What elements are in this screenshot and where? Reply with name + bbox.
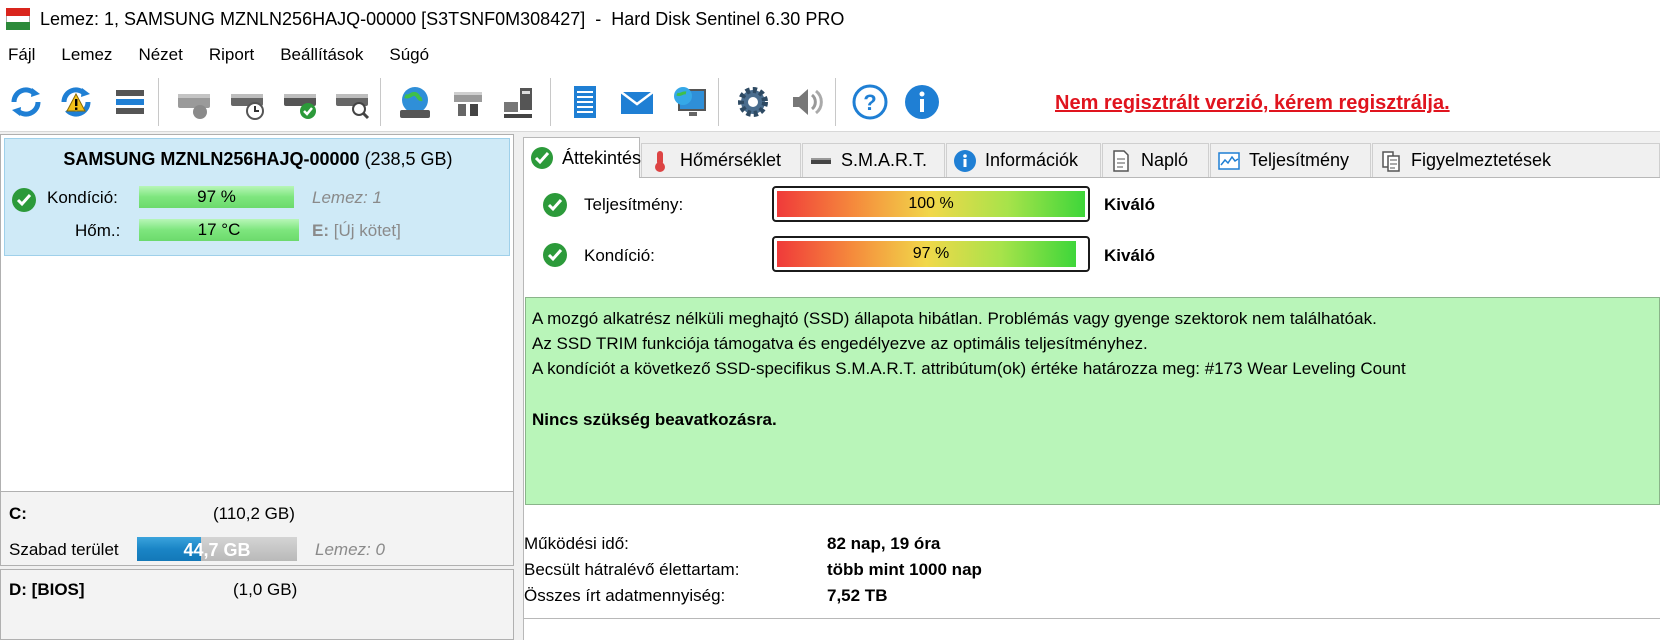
- alerts-icon: [1382, 150, 1400, 172]
- condition-label: Kondíció:: [584, 246, 655, 265]
- free-space-label: Szabad terület: [9, 540, 119, 559]
- refresh-warning-icon[interactable]: [54, 80, 98, 124]
- volume-size: (1,0 GB): [233, 580, 298, 599]
- tab-performance[interactable]: Teljesítmény: [1210, 143, 1371, 177]
- ok-check-icon: [543, 193, 567, 217]
- condition-meter: 97 %: [772, 236, 1090, 272]
- disk-name: SAMSUNG MZNLN256HAJQ-00000: [63, 149, 360, 169]
- message-line: Az SSD TRIM funkciója támogatva és enged…: [532, 334, 1148, 353]
- message-line: A mozgó alkatrész nélküli meghajtó (SSD)…: [532, 309, 1377, 328]
- smart-icon: [811, 157, 831, 164]
- network-disk-icon[interactable]: [446, 80, 490, 124]
- tab-alerts[interactable]: Figyelmeztetések: [1372, 143, 1660, 177]
- volume-letter: D: [BIOS]: [9, 580, 85, 599]
- tab-information[interactable]: Információk: [946, 143, 1101, 177]
- info-icon: [954, 149, 976, 172]
- status-message-box: A mozgó alkatrész nélküli meghajtó (SSD)…: [525, 297, 1660, 505]
- menu-bar: Fájl Lemez Nézet Riport Beállítások Súgó: [0, 38, 1660, 72]
- tab-label: Információk: [985, 150, 1079, 170]
- performance-value: 100 %: [908, 195, 954, 212]
- condition-bar: 97 %: [139, 186, 294, 208]
- temperature-bar: 17 °C: [139, 219, 299, 241]
- menu-view[interactable]: Nézet: [125, 45, 195, 65]
- tab-overview[interactable]: Áttekintés: [523, 137, 642, 178]
- condition-value: 97 %: [197, 187, 236, 206]
- menu-help[interactable]: Súgó: [376, 45, 442, 65]
- total-written-label: Összes írt adatmennyiség:: [524, 586, 726, 605]
- disk-title: SAMSUNG MZNLN256HAJQ-00000 (238,5 GB): [5, 149, 511, 170]
- title-bar: Lemez: 1, SAMSUNG MZNLN256HAJQ-00000 [S3…: [0, 0, 1660, 38]
- help-icon[interactable]: ?: [848, 80, 892, 124]
- disk-check-icon[interactable]: [278, 80, 322, 124]
- app-icon: [6, 8, 30, 30]
- tab-label: S.M.A.R.T.: [841, 150, 928, 170]
- temperature-value: 17 °C: [197, 220, 241, 239]
- volume-size: (110,2 GB): [213, 504, 295, 523]
- volume-letter: C:: [9, 504, 27, 523]
- refresh-icon[interactable]: [4, 80, 48, 124]
- disk-list-icon[interactable]: [108, 80, 152, 124]
- disk-list-panel: SAMSUNG MZNLN256HAJQ-00000 (238,5 GB) Ko…: [0, 134, 514, 514]
- globe-icon[interactable]: [393, 80, 437, 124]
- divider: [523, 618, 1660, 619]
- disk-item-selected[interactable]: SAMSUNG MZNLN256HAJQ-00000 (238,5 GB) Ko…: [4, 138, 510, 256]
- message-line: A kondíciót a következő SSD-specifikus S…: [532, 359, 1406, 378]
- performance-meter: 100 %: [772, 186, 1090, 222]
- disk-search-icon[interactable]: [330, 80, 374, 124]
- network-computer-icon[interactable]: [498, 80, 542, 124]
- disk-icon[interactable]: [172, 80, 216, 124]
- check-circle-icon: [531, 147, 553, 169]
- tab-label: Hőmérséklet: [680, 150, 782, 170]
- svg-text:?: ?: [863, 90, 876, 115]
- window-title: Lemez: 1, SAMSUNG MZNLN256HAJQ-00000 [S3…: [40, 8, 845, 29]
- info-icon[interactable]: [900, 80, 944, 124]
- remaining-life-value: több mint 1000 nap: [827, 560, 982, 579]
- ok-check-icon: [12, 188, 36, 212]
- tab-temperature[interactable]: Hőmérséklet: [641, 143, 801, 177]
- menu-report[interactable]: Riport: [196, 45, 267, 65]
- tab-label: Figyelmeztetések: [1411, 150, 1552, 170]
- total-written-value: 7,52 TB: [827, 586, 888, 605]
- temperature-label: Hőm.:: [75, 221, 121, 240]
- disk-index: Lemez: 1: [312, 188, 382, 207]
- condition-rating: Kiváló: [1104, 246, 1156, 265]
- condition-label: Kondíció:: [47, 188, 118, 207]
- ok-check-icon: [543, 243, 567, 267]
- free-space-value: 44,7 GB: [183, 540, 251, 560]
- register-link[interactable]: Nem regisztrált verzió, kérem regisztrál…: [1055, 92, 1450, 115]
- message-action: Nincs szükség beavatkozásra.: [532, 410, 777, 429]
- gear-icon[interactable]: [731, 80, 775, 124]
- tab-label: Napló: [1141, 150, 1189, 170]
- thermometer-icon: [655, 150, 665, 172]
- tab-label: Teljesítmény: [1249, 150, 1350, 170]
- tab-label: Áttekintés: [562, 147, 642, 168]
- performance-chart-icon: [1218, 151, 1240, 170]
- performance-rating: Kiváló: [1104, 195, 1156, 214]
- volume-disk-index: Lemez: 0: [315, 540, 385, 559]
- volume-label: E: [Új kötet]: [312, 221, 401, 240]
- uptime-value: 82 nap, 19 óra: [827, 534, 941, 553]
- monitor-globe-icon[interactable]: [667, 80, 711, 124]
- menu-disk[interactable]: Lemez: [48, 45, 125, 65]
- condition-value: 97 %: [912, 245, 950, 262]
- document-icon: [1113, 149, 1129, 172]
- menu-settings[interactable]: Beállítások: [267, 45, 376, 65]
- volume-item-c[interactable]: C: (110,2 GB) Szabad terület 44,7 GB Lem…: [0, 491, 514, 566]
- disk-size: (238,5 GB): [364, 149, 453, 169]
- tab-log[interactable]: Napló: [1102, 143, 1209, 177]
- disk-clock-icon[interactable]: [225, 80, 269, 124]
- speaker-icon[interactable]: [783, 80, 827, 124]
- mail-icon[interactable]: [615, 80, 659, 124]
- report-icon[interactable]: [563, 80, 607, 124]
- tab-bar: Áttekintés Hőmérséklet S.M.A.R.T. Inform…: [523, 137, 1660, 178]
- performance-label: Teljesítmény:: [584, 195, 684, 214]
- uptime-label: Működési idő:: [524, 534, 629, 553]
- tab-smart[interactable]: S.M.A.R.T.: [802, 143, 945, 177]
- menu-file[interactable]: Fájl: [0, 45, 48, 65]
- volume-item-d[interactable]: D: [BIOS] (1,0 GB): [0, 569, 514, 640]
- remaining-life-label: Becsült hátralévő élettartam:: [524, 560, 740, 579]
